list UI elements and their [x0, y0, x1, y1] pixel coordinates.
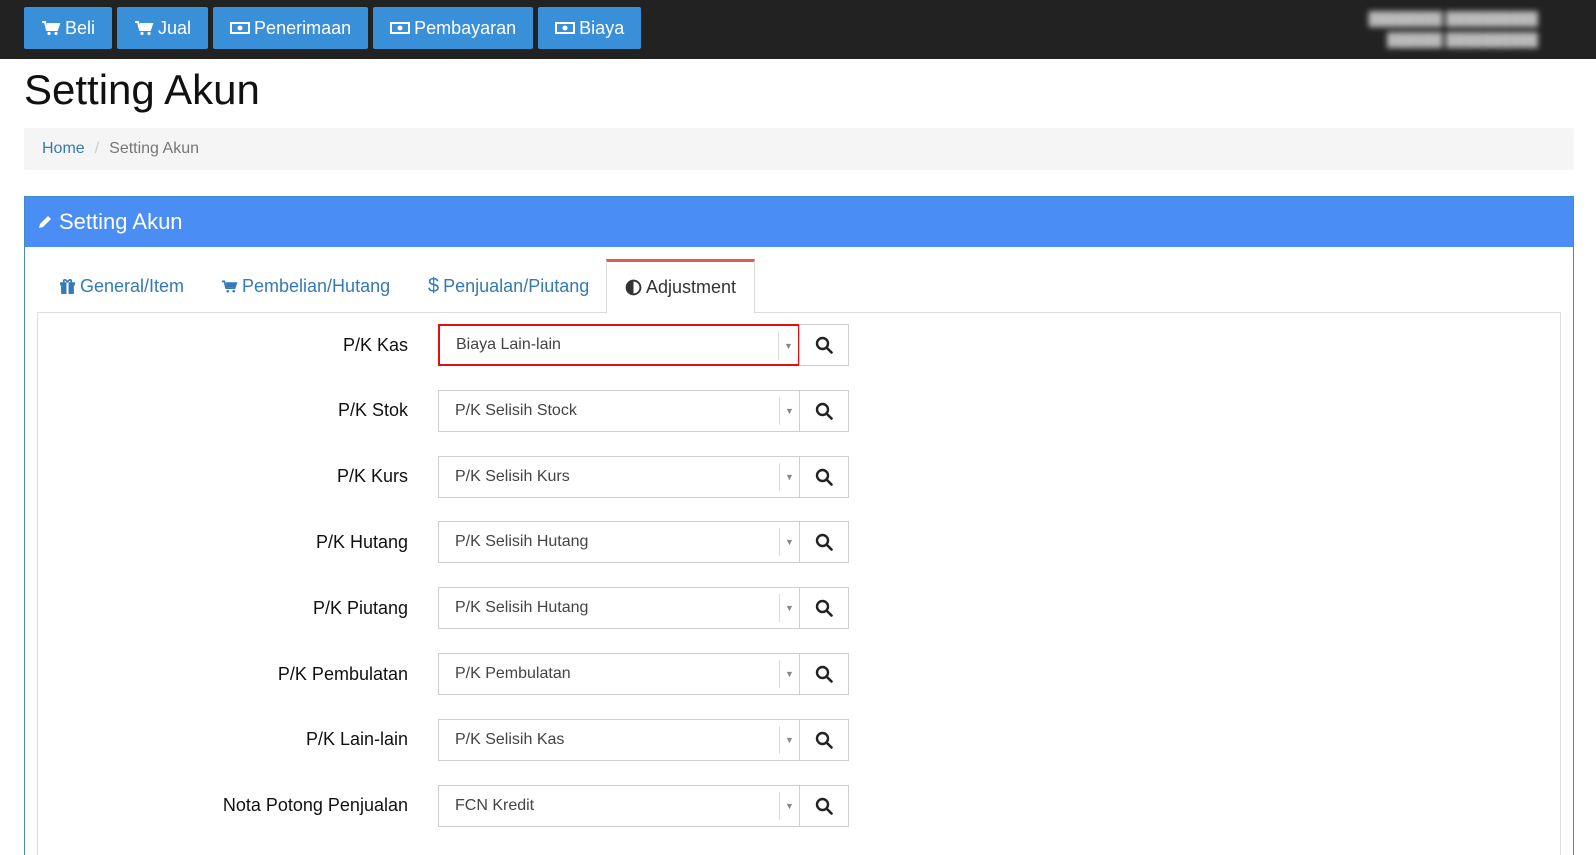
- account-select-value: P/K Pembulatan: [455, 665, 571, 682]
- adjustment-form: P/K Kas Biaya Lain-lain ▼ P/K Stok P/K Selis…: [37, 312, 1561, 855]
- field-label-nota-potong-penjualan: Nota Potong Penjualan: [222, 795, 408, 816]
- dropdown-caret-icon: ▼: [779, 528, 799, 557]
- account-select-p-k-lain-lain[interactable]: P/K Selisih Kas ▼: [438, 718, 800, 761]
- top-nav: Beli Jual Penerimaan Pembayaran Biaya: [24, 7, 642, 49]
- account-select-value: P/K Selisih Hutang: [455, 599, 589, 617]
- field-label-p-k-pembulatan: P/K Pembulatan: [277, 663, 408, 684]
- search-button-p-k-stok[interactable]: [799, 389, 849, 432]
- form-row-nota-potong-penjualan: Nota Potong Penjualan FCN Kredit ▼: [38, 784, 1562, 827]
- tab-bar: General/Item Pembelian/Hutang $ Penjuala…: [37, 259, 1561, 314]
- search-icon: [815, 599, 833, 617]
- field-label-p-k-piutang: P/K Piutang: [312, 597, 408, 618]
- tab-penjualan-piutang[interactable]: $ Penjualan/Piutang: [428, 259, 589, 313]
- money-icon: [390, 22, 411, 34]
- form-row-p-k-pembulatan: P/K Pembulatan P/K Pembulatan ▼: [38, 653, 1562, 695]
- breadcrumb-home-link[interactable]: Home: [42, 140, 85, 158]
- panel-heading: Setting Akun: [25, 197, 1573, 247]
- form-row-p-k-piutang: P/K Piutang P/K Selisih Hutang ▼: [38, 587, 1562, 630]
- search-button-p-k-hutang[interactable]: [799, 521, 849, 564]
- beli-button[interactable]: Beli: [24, 7, 113, 49]
- breadcrumb: Home / Setting Akun: [24, 128, 1574, 170]
- cart-icon: [135, 21, 154, 36]
- dropdown-caret-icon: ▼: [779, 660, 799, 688]
- gift-icon: [60, 278, 75, 294]
- search-button-nota-potong-penjualan[interactable]: [799, 784, 849, 827]
- search-button-p-k-lain-lain[interactable]: [799, 718, 849, 761]
- tab-adjustment-label: Adjustment: [646, 277, 737, 297]
- jual-label: Jual: [158, 17, 192, 38]
- pencil-icon: [39, 216, 51, 228]
- dollar-icon: $: [428, 274, 440, 297]
- dropdown-caret-icon: ▼: [779, 791, 799, 820]
- search-icon: [815, 797, 833, 815]
- account-select-value: P/K Selisih Hutang: [455, 533, 589, 551]
- field-label-p-k-kas: P/K Kas: [342, 334, 408, 355]
- form-row-p-k-lain-lain: P/K Lain-lain P/K Selisih Kas ▼: [38, 718, 1562, 761]
- top-navbar: Beli Jual Penerimaan Pembayaran Biaya ██…: [0, 0, 1596, 59]
- search-icon: [815, 336, 833, 354]
- panel-title: Setting Akun: [59, 209, 183, 234]
- money-icon: [230, 22, 251, 34]
- account-select-p-k-pembulatan[interactable]: P/K Pembulatan ▼: [438, 653, 800, 695]
- search-button-p-k-pembulatan[interactable]: [799, 653, 849, 695]
- account-select-nota-potong-penjualan[interactable]: FCN Kredit ▼: [438, 784, 800, 827]
- search-button-p-k-kas[interactable]: [799, 324, 849, 366]
- pembayaran-button[interactable]: Pembayaran: [373, 7, 534, 49]
- user-info-blurred: ████████ ██████████ ██████ ██████████: [1368, 11, 1538, 47]
- beli-label: Beli: [65, 17, 96, 38]
- tab-pembelian-hutang-label: Pembelian/Hutang: [242, 275, 391, 296]
- account-select-value: P/K Selisih Stock: [455, 401, 577, 419]
- penerimaan-button[interactable]: Penerimaan: [213, 7, 369, 49]
- form-row-p-k-hutang: P/K Hutang P/K Selisih Hutang ▼: [38, 521, 1562, 564]
- biaya-button[interactable]: Biaya: [538, 7, 642, 49]
- page-title: Setting Akun: [24, 66, 260, 113]
- field-label-p-k-hutang: P/K Hutang: [315, 531, 408, 552]
- search-button-p-k-piutang[interactable]: [799, 587, 849, 630]
- dropdown-caret-icon: ▼: [779, 462, 799, 491]
- account-select-value: P/K Selisih Kurs: [455, 467, 570, 485]
- breadcrumb-current: Setting Akun: [109, 140, 199, 157]
- penerimaan-label: Penerimaan: [254, 17, 352, 38]
- account-select-value: P/K Selisih Kas: [455, 730, 565, 748]
- dropdown-caret-icon: ▼: [779, 725, 799, 754]
- account-select-p-k-kas[interactable]: Biaya Lain-lain ▼: [438, 324, 800, 366]
- dropdown-caret-icon: ▼: [778, 332, 798, 360]
- field-label-p-k-kurs: P/K Kurs: [336, 466, 408, 487]
- form-row-p-k-stok: P/K Stok P/K Selisih Stock ▼: [38, 389, 1562, 432]
- money-icon: [555, 22, 576, 34]
- search-button-p-k-kurs[interactable]: [799, 455, 849, 498]
- tab-general-item[interactable]: General/Item: [59, 259, 184, 313]
- field-label-p-k-stok: P/K Stok: [337, 400, 408, 421]
- search-icon: [815, 665, 833, 683]
- tab-general-item-label: General/Item: [80, 275, 185, 296]
- jual-button[interactable]: Jual: [117, 7, 209, 49]
- cart-icon: [42, 21, 61, 36]
- account-select-p-k-kurs[interactable]: P/K Selisih Kurs ▼: [438, 455, 800, 498]
- tab-penjualan-piutang-label: Penjualan/Piutang: [443, 275, 590, 296]
- account-select-value: FCN Kredit: [455, 796, 535, 814]
- tab-adjustment[interactable]: Adjustment: [606, 259, 756, 314]
- account-select-p-k-piutang[interactable]: P/K Selisih Hutang ▼: [438, 587, 800, 630]
- biaya-label: Biaya: [579, 17, 625, 38]
- search-icon: [815, 402, 833, 420]
- adjust-icon: [625, 279, 642, 296]
- form-row-p-k-kas: P/K Kas Biaya Lain-lain ▼: [38, 324, 1562, 366]
- search-icon: [815, 731, 833, 749]
- search-icon: [815, 534, 833, 552]
- pembayaran-label: Pembayaran: [414, 17, 517, 38]
- cart-icon: [221, 280, 238, 293]
- account-select-p-k-stok[interactable]: P/K Selisih Stock ▼: [438, 389, 800, 432]
- setting-panel: Setting Akun General/Item Pembelian/Huta…: [24, 196, 1574, 855]
- form-row-p-k-kurs: P/K Kurs P/K Selisih Kurs ▼: [38, 455, 1562, 498]
- account-select-p-k-hutang[interactable]: P/K Selisih Hutang ▼: [438, 521, 800, 564]
- dropdown-caret-icon: ▼: [779, 396, 799, 425]
- account-select-value: Biaya Lain-lain: [456, 336, 561, 353]
- dropdown-caret-icon: ▼: [779, 594, 799, 623]
- search-icon: [815, 468, 833, 486]
- field-label-p-k-lain-lain: P/K Lain-lain: [305, 729, 408, 750]
- breadcrumb-separator: /: [94, 140, 100, 157]
- tab-pembelian-hutang[interactable]: Pembelian/Hutang: [221, 259, 390, 313]
